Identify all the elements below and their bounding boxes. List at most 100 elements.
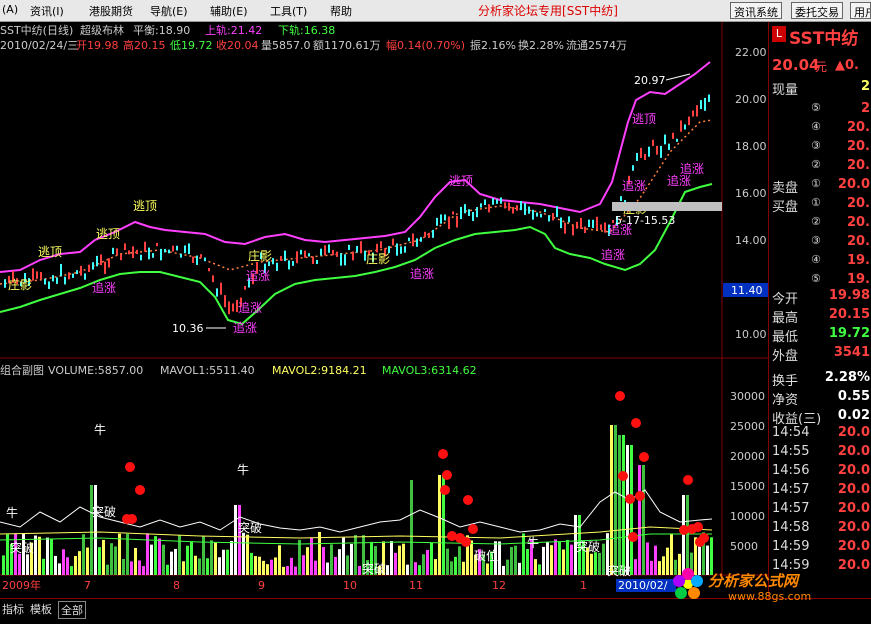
volume-bar [430,542,433,575]
volume-bar [114,546,117,575]
candle [136,249,138,255]
candle [524,203,526,215]
signal-dot [618,471,628,481]
candle [4,279,6,288]
candle [588,219,590,228]
label-powei: 破位 [474,548,498,563]
pp-row-value: 20.0 [837,501,870,516]
pp-row-label: 换手 [772,374,799,389]
candle [280,256,282,261]
candle [664,134,666,145]
candle [548,215,550,222]
volume-bar [394,552,397,575]
menu-bar: (A) 资讯(I) 港股期货 导航(E) 辅助(E) 工具(T) 帮助 分析家论… [0,0,871,22]
volume-bar [434,559,437,575]
watermark-title: 分析家公式网 [708,572,799,590]
sub-mavol3: MAVOL3:6314.62 [382,364,477,377]
candle [492,198,494,205]
candle [352,251,354,261]
signal-dot [693,522,703,532]
candle [108,258,110,268]
stat-row: 收益(三) 0.02 [769,408,871,427]
volume-bar [334,556,337,575]
header-date: 2010/02/24/三 [0,39,78,52]
label-low-mark: 10.36 [172,322,204,335]
pp-row-value: 0.02 [837,408,870,423]
candle [392,238,394,246]
volume-tick: 25000 [730,420,765,433]
volume-bar [514,545,517,575]
label-interval: 5-17-15.53 [615,214,675,227]
candle [348,244,350,250]
pp-row-label: 14:54 [772,425,810,440]
pp-row-index: ④ [811,253,821,266]
pp-volume-value: 2 [860,79,870,94]
tick-row: 14:55 20.0 [769,444,871,461]
volume-bar [118,533,121,575]
volume-tick: 20000 [730,450,765,463]
trade-button[interactable]: 委托交易 [791,2,843,19]
candle [656,145,658,155]
volume-bar [290,557,293,575]
label-zhuizhang: 追涨 [233,320,257,335]
volume-bar [622,435,625,575]
pp-row-index: ⑤ [811,272,821,285]
tab-all[interactable]: 全部 [58,601,86,619]
pp-row-label: 最低 [772,330,799,345]
candle [128,250,130,255]
menu-nav[interactable]: 导航(E) [150,3,188,19]
candle [648,146,650,157]
candle [632,165,634,171]
sell-level-row: ③ 20. [769,139,871,156]
candle [540,213,542,218]
candle [396,243,398,256]
candle [44,278,46,285]
candle [120,254,122,261]
candle [680,120,682,132]
pp-row-value: 20.15 [828,307,870,322]
pp-row-value: 2.28% [824,370,870,385]
pp-row-value: 20. [846,196,870,211]
candle [580,217,582,229]
candle [324,245,326,256]
menu-info[interactable]: 资讯(I) [30,3,64,19]
price-tick: 18.00 [735,140,767,153]
signal-dot [438,449,448,459]
volume-bar [314,560,317,575]
info-system-button[interactable]: 资讯系统 [730,2,782,19]
candle [400,246,402,254]
volume-bar [486,563,489,575]
menu-aux[interactable]: 辅助(E) [210,3,248,19]
selection-bar [612,202,722,211]
pp-row-index: ④ [811,120,821,133]
volume-bar [282,566,285,575]
label-zhuizhang: 追涨 [246,268,270,283]
menu-a[interactable]: (A) [2,3,18,16]
volume-bar [226,549,229,575]
candle [448,216,450,230]
pp-change: ▲0. [835,58,859,73]
candle [284,250,286,262]
candle [360,241,362,254]
volume-bar [110,543,113,575]
menu-tools[interactable]: 工具(T) [270,3,307,19]
candle [604,222,606,233]
pp-row-value: 19. [846,272,870,287]
pp-row-value: 3541 [833,345,870,360]
pp-row-label: 净资 [772,393,799,408]
tab-template[interactable]: 模板 [28,601,54,617]
tab-indicator[interactable]: 指标 [0,601,26,617]
signal-dot [631,418,641,428]
menu-help[interactable]: 帮助 [330,3,352,19]
sub-title: 组合副图 [0,363,44,377]
volume-bar [550,545,553,575]
user-button[interactable]: 用户 [850,2,871,19]
volume-bar [426,549,429,575]
label-zhuangying: 庄影 [248,248,272,263]
label-tupo: 突破 [10,540,34,555]
volume-bar [126,533,129,575]
menu-hk-futures[interactable]: 港股期货 [89,3,133,19]
chart-area[interactable]: SST中纺(日线) 超级布林 平衡:18.90 上轨:21.42 下轨:16.3… [0,22,768,598]
label-taoding: 逃顶 [38,245,62,259]
volume-bar [170,551,173,575]
